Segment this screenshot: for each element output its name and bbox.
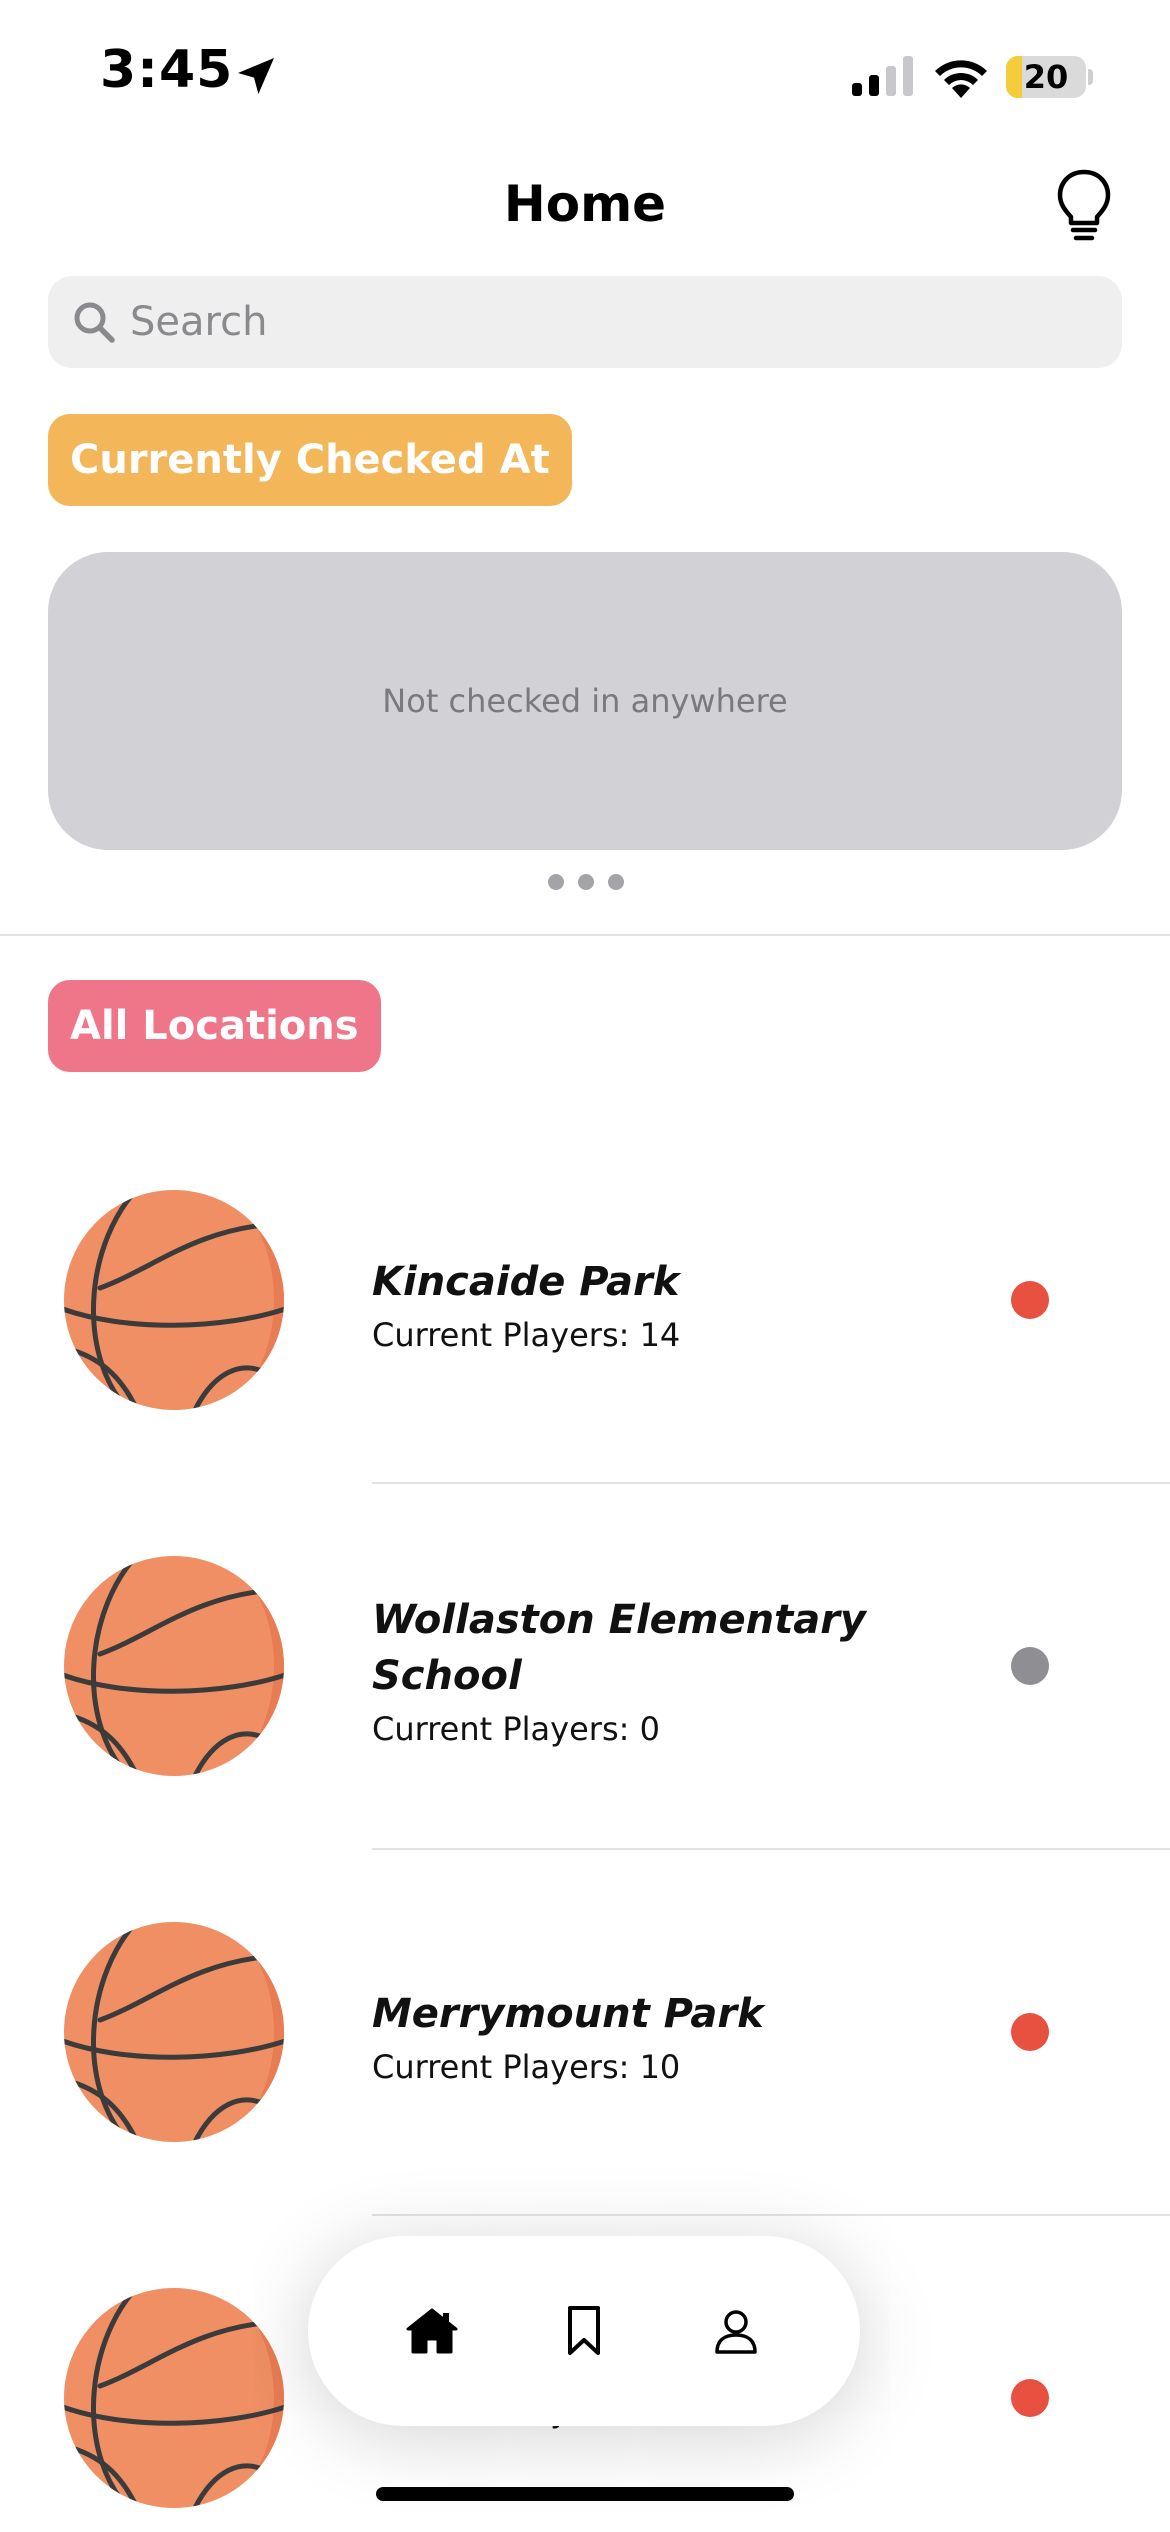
currently-checked-label: Currently Checked At [48,414,572,506]
tab-home[interactable] [392,2291,472,2371]
profile-icon [715,2310,757,2354]
location-row[interactable]: Wollaston Elementary School Current Playe… [0,1484,1170,1850]
checked-in-empty-message: Not checked in anywhere [382,682,788,720]
page-title: Home [503,175,667,233]
page-dot [578,874,594,890]
search-input[interactable] [130,276,1090,368]
location-name: Merrymount Park [372,1991,764,2037]
current-players: Current Players: 10 [372,2048,681,2086]
location-info: Kincaide Park Current Players: 14 [372,1254,932,1360]
all-locations-label: All Locations [48,980,381,1072]
location-info: Merrymount Park Current Players: 10 [372,1986,932,2092]
page-indicator[interactable] [548,874,624,890]
current-players: Current Players: 0 [372,1710,660,1748]
status-bar: 3:45 20 [0,0,1170,150]
location-row[interactable]: Merrymount Park Current Players: 10 [0,1850,1170,2216]
tab-saved[interactable] [544,2291,624,2371]
location-row[interactable]: Kincaide Park Current Players: 14 [0,1118,1170,1484]
basketball-icon [64,1556,284,1776]
basketball-icon [64,1922,284,2142]
current-players: Current Players: 14 [372,1316,681,1354]
status-indicator [1011,2379,1049,2417]
basketball-icon [64,1190,284,1410]
page-dot [548,874,564,890]
wifi-icon [935,60,987,98]
basketball-icon [64,2288,284,2508]
search-bar[interactable] [48,276,1122,368]
bookmark-icon [568,2306,600,2355]
location-name: Kincaide Park [372,1259,680,1305]
tab-bar [308,2236,860,2426]
home-indicator [376,2487,794,2501]
location-info: Wollaston Elementary School Current Playe… [372,1592,932,1754]
status-indicator [1011,2013,1049,2051]
search-icon [74,302,115,343]
status-indicator [1011,1281,1049,1319]
home-icon [406,2308,458,2354]
battery-level: 20 [1023,58,1069,96]
page-dot [608,874,624,890]
battery-icon: 20 [1006,56,1093,98]
section-divider [0,934,1170,936]
cellular-signal-icon [852,56,913,96]
checked-in-card[interactable]: Not checked in anywhere [48,552,1122,850]
status-indicator [1011,1647,1049,1685]
location-arrow-icon [238,58,274,94]
tab-profile[interactable] [696,2291,776,2371]
location-name: Wollaston Elementary School [372,1597,867,1699]
lightbulb-icon[interactable] [1054,168,1114,244]
status-time: 3:45 [100,40,234,100]
